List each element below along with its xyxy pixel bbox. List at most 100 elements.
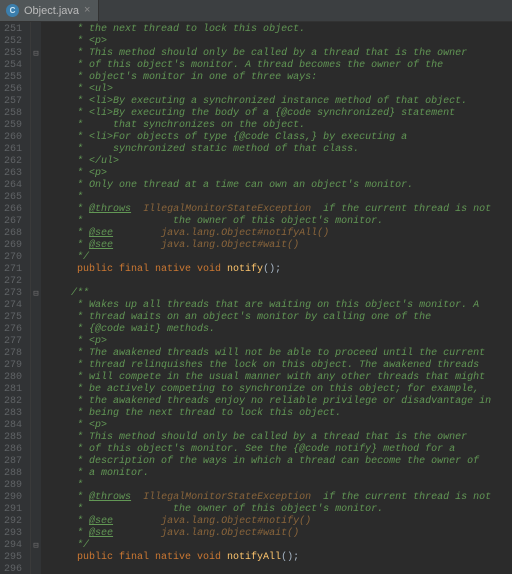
line-number: 259 xyxy=(4,120,22,132)
code-line: * This method should only be called by a… xyxy=(47,432,512,444)
fold-marker xyxy=(31,480,41,492)
file-tab-label: Object.java xyxy=(24,5,79,17)
fold-marker xyxy=(31,132,41,144)
line-number: 253 xyxy=(4,48,22,60)
code-line: */ xyxy=(47,540,512,552)
code-line: * <p> xyxy=(47,336,512,348)
fold-marker xyxy=(31,504,41,516)
fold-marker xyxy=(31,192,41,204)
fold-marker xyxy=(31,396,41,408)
line-number: 288 xyxy=(4,468,22,480)
code-line: * <li>By executing the body of a {@code … xyxy=(47,108,512,120)
fold-marker xyxy=(31,96,41,108)
line-number: 251 xyxy=(4,24,22,36)
line-number: 257 xyxy=(4,96,22,108)
line-number: 264 xyxy=(4,180,22,192)
code-line: * <p> xyxy=(47,168,512,180)
code-line: * The awakened threads will not be able … xyxy=(47,348,512,360)
code-line xyxy=(47,276,512,288)
line-number: 285 xyxy=(4,432,22,444)
fold-marker xyxy=(31,492,41,504)
line-number: 260 xyxy=(4,132,22,144)
code-line: * Wakes up all threads that are waiting … xyxy=(47,300,512,312)
line-number: 270 xyxy=(4,252,22,264)
fold-marker xyxy=(31,528,41,540)
code-line: public final native void notifyAll(); xyxy=(47,552,512,564)
code-line: * xyxy=(47,480,512,492)
code-line: * Only one thread at a time can own an o… xyxy=(47,180,512,192)
code-line: * description of the ways in which a thr… xyxy=(47,456,512,468)
fold-marker[interactable]: ⊟ xyxy=(31,540,41,552)
fold-marker xyxy=(31,552,41,564)
code-area[interactable]: * the next thread to lock this object. *… xyxy=(41,22,512,574)
fold-marker xyxy=(31,84,41,96)
line-number: 296 xyxy=(4,564,22,574)
fold-marker xyxy=(31,276,41,288)
code-line: * <p> xyxy=(47,36,512,48)
code-line: * a monitor. xyxy=(47,468,512,480)
line-number: 262 xyxy=(4,156,22,168)
code-line: /** xyxy=(47,288,512,300)
line-number: 295 xyxy=(4,552,22,564)
fold-marker xyxy=(31,348,41,360)
fold-marker[interactable]: ⊟ xyxy=(31,48,41,60)
fold-marker xyxy=(31,384,41,396)
fold-marker xyxy=(31,228,41,240)
fold-marker xyxy=(31,204,41,216)
line-number: 267 xyxy=(4,216,22,228)
fold-marker xyxy=(31,312,41,324)
fold-marker xyxy=(31,240,41,252)
line-number: 276 xyxy=(4,324,22,336)
line-number: 275 xyxy=(4,312,22,324)
file-tab[interactable]: C Object.java × xyxy=(0,0,99,21)
class-file-icon: C xyxy=(6,4,19,17)
fold-marker xyxy=(31,372,41,384)
line-number: 287 xyxy=(4,456,22,468)
fold-marker xyxy=(31,564,41,574)
fold-marker xyxy=(31,360,41,372)
code-line: * of this object's monitor. A thread bec… xyxy=(47,60,512,72)
line-number: 268 xyxy=(4,228,22,240)
line-number: 293 xyxy=(4,528,22,540)
line-number: 269 xyxy=(4,240,22,252)
code-line: * </ul> xyxy=(47,156,512,168)
code-editor[interactable]: 2512522532542552562572582592602612622632… xyxy=(0,22,512,574)
line-number: 278 xyxy=(4,348,22,360)
code-line: * will compete in the usual manner with … xyxy=(47,372,512,384)
fold-marker xyxy=(31,120,41,132)
fold-marker xyxy=(31,324,41,336)
code-line: * @see java.lang.Object#wait() xyxy=(47,240,512,252)
code-line: * of this object's monitor. See the {@co… xyxy=(47,444,512,456)
line-number: 263 xyxy=(4,168,22,180)
code-line: * thread relinquishes the lock on this o… xyxy=(47,360,512,372)
code-line: * <li>By executing a synchronized instan… xyxy=(47,96,512,108)
fold-marker[interactable]: ⊟ xyxy=(31,288,41,300)
fold-marker xyxy=(31,252,41,264)
code-line: * <p> xyxy=(47,420,512,432)
code-line: * <ul> xyxy=(47,84,512,96)
fold-marker xyxy=(31,72,41,84)
code-line: * <li>For objects of type {@code Class,}… xyxy=(47,132,512,144)
code-line: public final native void notify(); xyxy=(47,264,512,276)
line-number: 277 xyxy=(4,336,22,348)
code-line: * being the next thread to lock this obj… xyxy=(47,408,512,420)
line-number: 266 xyxy=(4,204,22,216)
fold-marker xyxy=(31,168,41,180)
line-number: 271 xyxy=(4,264,22,276)
fold-marker xyxy=(31,468,41,480)
fold-marker xyxy=(31,336,41,348)
line-number: 261 xyxy=(4,144,22,156)
code-line: * {@code wait} methods. xyxy=(47,324,512,336)
code-line: * xyxy=(47,192,512,204)
code-line xyxy=(47,564,512,574)
line-number: 289 xyxy=(4,480,22,492)
line-number: 274 xyxy=(4,300,22,312)
code-line: * @see java.lang.Object#wait() xyxy=(47,528,512,540)
code-line: * object's monitor in one of three ways: xyxy=(47,72,512,84)
fold-marker xyxy=(31,408,41,420)
close-icon[interactable]: × xyxy=(84,5,90,16)
code-line: * the owner of this object's monitor. xyxy=(47,216,512,228)
line-number: 283 xyxy=(4,408,22,420)
code-line: * the awakened threads enjoy no reliable… xyxy=(47,396,512,408)
code-line: * @throws IllegalMonitorStateException i… xyxy=(47,204,512,216)
